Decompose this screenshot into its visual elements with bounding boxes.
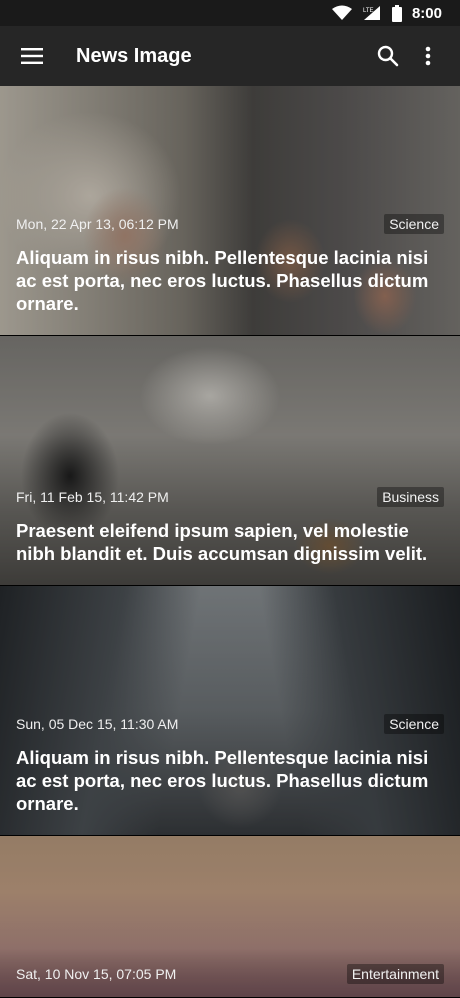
category-badge: Science (384, 214, 444, 234)
news-date: Sun, 05 Dec 15, 11:30 AM (16, 716, 179, 732)
category-badge: Entertainment (346, 964, 444, 984)
news-date: Sat, 10 Nov 15, 07:05 PM (16, 966, 177, 982)
news-headline: Aliquam in risus nibh. Pellentesque laci… (16, 747, 429, 814)
app-bar: News Image (0, 26, 460, 86)
news-date: Fri, 11 Feb 15, 11:42 PM (16, 489, 169, 505)
status-bar: LTE 8:00 (0, 0, 460, 26)
news-card[interactable]: Fri, 11 Feb 15, 11:42 PM Business Praese… (0, 336, 460, 586)
app-title: News Image (76, 44, 192, 67)
lte-signal-icon: LTE (362, 5, 382, 21)
search-icon[interactable] (368, 36, 408, 76)
battery-icon (391, 4, 402, 22)
svg-text:LTE: LTE (363, 8, 374, 14)
news-card[interactable]: Mon, 22 Apr 13, 06:12 PM Science Aliquam… (0, 86, 460, 336)
menu-icon[interactable] (16, 40, 48, 72)
status-time: 8:00 (411, 4, 442, 22)
news-date: Mon, 22 Apr 13, 06:12 PM (16, 216, 179, 232)
wifi-icon (331, 5, 352, 21)
more-vert-icon[interactable] (408, 36, 448, 76)
category-badge: Science (384, 714, 444, 734)
news-card[interactable]: Sun, 05 Dec 15, 11:30 AM Science Aliquam… (0, 586, 460, 836)
category-badge: Business (377, 487, 444, 507)
news-headline: Praesent eleifend ipsum sapien, vel mole… (16, 520, 428, 564)
news-card[interactable]: Sat, 10 Nov 15, 07:05 PM Entertainment (0, 836, 460, 998)
news-headline: Aliquam in risus nibh. Pellentesque laci… (16, 247, 429, 314)
news-feed: Mon, 22 Apr 13, 06:12 PM Science Aliquam… (0, 86, 460, 998)
